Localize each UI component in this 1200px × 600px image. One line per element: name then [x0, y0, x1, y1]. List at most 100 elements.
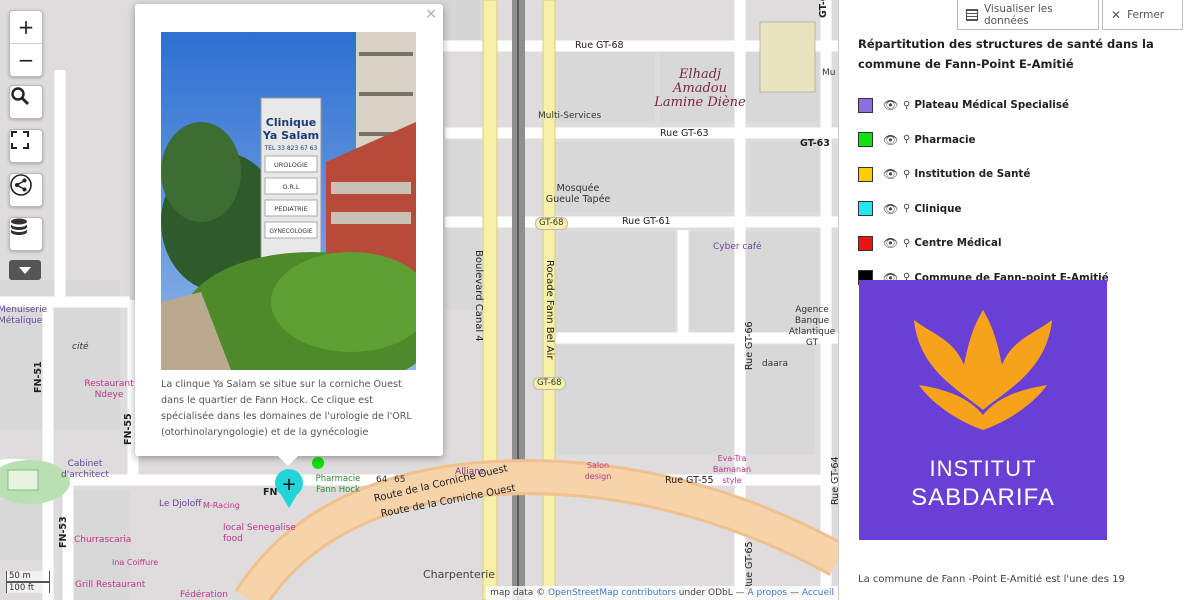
- street-label-fn: FN: [263, 487, 278, 498]
- road-shield-gt68-a: GT-68: [535, 217, 568, 230]
- street-label-gt55: Rue GT-55: [665, 475, 714, 486]
- street-label-gt64: Rue GT-64: [830, 456, 838, 505]
- place-label-pharmacie: Pharmacie Fann Hock: [315, 474, 361, 495]
- view-data-label: Visualiser les données: [983, 2, 1053, 27]
- road-shield-gt68-b: GT-68: [533, 377, 566, 390]
- sign-specialty-2: O.R.L: [283, 183, 300, 191]
- place-label-agence: Agence Banque Atlantique GT: [788, 305, 836, 348]
- place-label-multi-services: Multi-Services: [538, 111, 602, 121]
- street-label-fn55: FN-55: [123, 413, 134, 445]
- legend-item-clinique: 👁 ⚲ Clinique: [858, 192, 1109, 227]
- legend-label: Centre Médical: [914, 237, 1002, 250]
- institut-logo: INSTITUT SABDARIFA: [859, 280, 1121, 540]
- place-label-grill: Grill Restaurant: [75, 580, 146, 590]
- close-panel-button[interactable]: ✕ Fermer: [1102, 0, 1183, 30]
- scale-imperial: 100 ft: [6, 582, 50, 593]
- close-panel-label: Fermer: [1127, 8, 1165, 21]
- place-label-cyber: Cyber café: [713, 242, 762, 252]
- zoom-to-icon[interactable]: ⚲: [903, 238, 910, 249]
- street-label-gt63: Rue GT-63: [660, 128, 709, 139]
- street-label-gt61: Rue GT-61: [622, 216, 671, 227]
- legend-item-pharmacie: 👁 ⚲ Pharmacie: [858, 123, 1109, 158]
- place-label-cabinet: Cabinet d'architect: [61, 459, 109, 480]
- street-label-rocade: Rocade Fann Bel Air: [544, 260, 555, 360]
- street-label-fn53: FN-53: [58, 516, 69, 548]
- database-icon: [10, 218, 42, 250]
- attribution-license: under ODbL —: [675, 588, 748, 598]
- logo-text-sabdarifa: SABDARIFA: [911, 484, 1055, 511]
- attribution: map data © OpenStreetMap contributors un…: [486, 586, 838, 600]
- legend-swatch: [858, 132, 873, 148]
- place-label-restaurant: Restaurant Ndeye: [84, 379, 134, 400]
- street-label-fn51: FN-51: [33, 361, 44, 393]
- caret-down-icon: [19, 266, 31, 274]
- osm-link[interactable]: OpenStreetMap contributors: [548, 588, 676, 598]
- eye-icon[interactable]: 👁: [883, 133, 898, 147]
- accueil-link[interactable]: Accueil: [802, 588, 834, 598]
- zoom-to-icon[interactable]: ⚲: [903, 169, 910, 180]
- search-icon: [10, 86, 42, 118]
- place-label-allianz: Allianz: [455, 467, 485, 477]
- feature-popup: × Clinique Ya Salam TEL 33 823 67 63 URO…: [135, 4, 443, 456]
- eye-icon[interactable]: 👁: [883, 236, 898, 250]
- sign-clinic-name-2: Ya Salam: [262, 129, 319, 142]
- place-label-racing: M-Racing: [203, 501, 240, 510]
- eye-icon[interactable]: 👁: [883, 167, 898, 181]
- share-control[interactable]: [9, 173, 43, 207]
- view-data-button[interactable]: Visualiser les données: [957, 0, 1099, 30]
- legend-label: Pharmacie: [914, 133, 976, 146]
- legend: 👁 ⚲ Plateau Médical Specialisé 👁 ⚲ Pharm…: [858, 88, 1109, 295]
- street-label-gt68: Rue GT-68: [575, 40, 624, 51]
- sign-specialty-4: GYNECOLOGIE: [269, 228, 312, 235]
- legend-item-plateau: 👁 ⚲ Plateau Médical Specialisé: [858, 88, 1109, 123]
- legend-swatch: [858, 166, 873, 182]
- street-label-gt65: Rue GT-65: [744, 541, 755, 590]
- data-layers-control[interactable]: [9, 217, 43, 251]
- eye-icon[interactable]: 👁: [883, 202, 898, 216]
- zoom-out-button[interactable]: −: [10, 43, 42, 76]
- zoom-in-button[interactable]: +: [10, 11, 42, 43]
- sign-specialty-1: UROLOGIE: [274, 161, 308, 169]
- popup-tail: [278, 456, 298, 466]
- scale-metric: 50 m: [6, 571, 50, 582]
- street-label-gt64-top: GT-64: [818, 0, 829, 18]
- place-label-coiffure: Ina Coiffure: [112, 558, 159, 567]
- fullscreen-control[interactable]: [9, 129, 43, 163]
- legend-item-institution: 👁 ⚲ Institution de Santé: [858, 157, 1109, 192]
- map-view[interactable]: + Rue GT-68 Rue GT-63 GT-63 Rue GT-61 Ru…: [0, 0, 838, 600]
- legend-label: Plateau Médical Specialisé: [914, 99, 1069, 112]
- legend-item-centre-medical: 👁 ⚲ Centre Médical: [858, 226, 1109, 261]
- search-control[interactable]: [9, 85, 43, 119]
- place-label-cite: cité: [72, 342, 89, 352]
- caret-down-button[interactable]: [9, 260, 41, 280]
- legend-swatch: [858, 235, 873, 251]
- eye-icon[interactable]: 👁: [883, 98, 898, 112]
- place-label-evatra: Eva-Tra Bamanan style: [712, 454, 752, 485]
- table-icon: [966, 8, 978, 21]
- sign-specialty-3: PEDIATRIE: [274, 205, 307, 213]
- clinic-photo: Clinique Ya Salam TEL 33 823 67 63 UROLO…: [161, 32, 416, 370]
- zoom-to-icon[interactable]: ⚲: [903, 203, 910, 214]
- legend-label: Clinique: [914, 202, 962, 215]
- attribution-prefix: map data ©: [490, 588, 548, 598]
- place-label-federation: Fédération: [180, 590, 228, 600]
- place-label-daara: daara: [762, 359, 788, 369]
- place-label-elhadj: Elhadj Amadou Lamine Diène: [654, 67, 746, 110]
- apropos-link[interactable]: A propos: [747, 588, 787, 598]
- street-label-gt63-right: GT-63: [800, 138, 830, 149]
- legend-label: Institution de Santé: [914, 168, 1031, 181]
- zoom-to-icon[interactable]: ⚲: [903, 134, 910, 145]
- close-icon: ✕: [1111, 7, 1122, 22]
- logo-text-institut: INSTITUT: [929, 456, 1037, 481]
- fullscreen-icon: [10, 130, 42, 162]
- scale-bar: 50 m 100 ft: [6, 571, 50, 593]
- share-icon: [10, 174, 42, 206]
- place-label-mosquee: Mosquée Gueule Tapée: [545, 183, 611, 205]
- legend-swatch: [858, 201, 873, 217]
- place-label-charpenterie: Charpenterie: [423, 568, 496, 581]
- zoom-to-icon[interactable]: ⚲: [903, 100, 910, 111]
- zoom-control: + −: [9, 10, 43, 77]
- popup-close-button[interactable]: ×: [425, 6, 437, 22]
- panel-paragraph: La commune de Fann -Point E-Amitié est l…: [858, 574, 1125, 585]
- panel-title: Répartitution des structures de santé da…: [858, 37, 1154, 71]
